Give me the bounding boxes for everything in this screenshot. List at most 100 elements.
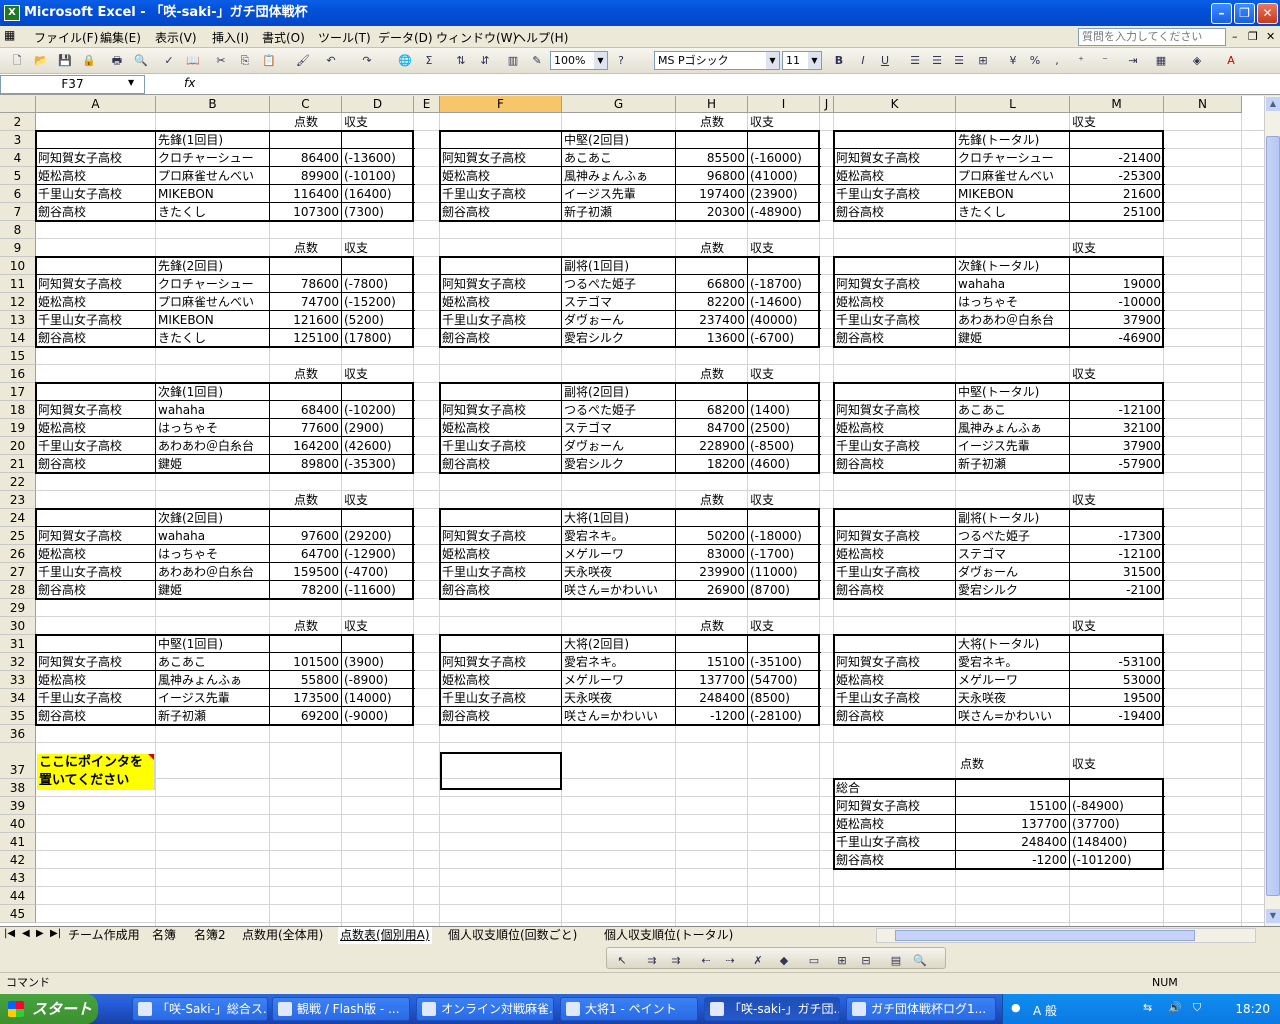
close-button[interactable]: ✕ [1257,3,1278,24]
minimize-button[interactable]: – [1211,3,1232,24]
total-balance-header[interactable]: 収支 [1070,365,1164,383]
row-header-28[interactable]: 28 [0,581,36,599]
sort-desc-icon[interactable]: ⇵ [476,52,494,70]
tray-app-icon[interactable]: ● [1011,1001,1021,1014]
error-check-icon[interactable]: ◆ [775,952,793,970]
row-header-14[interactable]: 14 [0,329,36,347]
vertical-scrollbar[interactable]: ▲ ▼ [1264,96,1280,926]
score-header[interactable]: 点数 [676,239,748,257]
row-header-34[interactable]: 34 [0,689,36,707]
row-header-26[interactable]: 26 [0,545,36,563]
row-header-4[interactable]: 4 [0,149,36,167]
chart-wizard-icon[interactable]: ▥ [504,52,522,70]
vertical-scroll-thumb[interactable] [1266,136,1280,896]
row-header-7[interactable]: 7 [0,203,36,221]
row-header-44[interactable]: 44 [0,887,36,905]
print-preview-icon[interactable]: 🔍 [132,52,150,70]
row-header-3[interactable]: 3 [0,131,36,149]
row-header-31[interactable]: 31 [0,635,36,653]
remove-arrows-icon[interactable]: ✗ [749,952,767,970]
row-header-27[interactable]: 27 [0,563,36,581]
row-header-13[interactable]: 13 [0,311,36,329]
last-sheet-icon[interactable]: ▶| [50,928,61,939]
instruction-comment-cell[interactable]: ここにポインタを 置いてください [37,754,155,790]
score-header[interactable]: 点数 [676,617,748,635]
bold-button[interactable]: B [830,52,848,70]
save-icon[interactable]: 💾 [56,52,74,70]
name-box[interactable]: F37 [0,75,145,94]
insert-col-icon[interactable]: ⇉ [667,952,685,970]
sort-asc-icon[interactable]: ⇅ [452,52,470,70]
paste-icon[interactable]: 📋 [260,52,278,70]
score-header[interactable]: 点数 [270,113,342,131]
selected-cell-f37[interactable] [440,752,562,790]
merge-center-icon[interactable]: ⊞ [974,52,992,70]
drawing-icon[interactable]: ✎ [528,52,546,70]
row-header-10[interactable]: 10 [0,257,36,275]
new-comment-icon[interactable]: ▭ [805,952,823,970]
column-header-d[interactable]: D [342,96,414,113]
column-header-a[interactable]: A [36,96,156,113]
scroll-up-icon[interactable]: ▲ [1266,97,1280,111]
circle-invalid-icon[interactable]: ⊞ [833,952,851,970]
total-balance-header[interactable]: 収支 [1070,491,1164,509]
align-left-icon[interactable]: ☰ [906,52,924,70]
autosum-icon[interactable]: Σ [420,52,438,70]
row-header-2[interactable]: 2 [0,113,36,131]
row-header-9[interactable]: 9 [0,239,36,257]
row-header-25[interactable]: 25 [0,527,36,545]
taskbar-button[interactable]: オンライン対戦麻雀... [416,997,554,1021]
row-header-5[interactable]: 5 [0,167,36,185]
menu-insert[interactable]: 挿入(I) [212,29,249,46]
menu-window[interactable]: ウィンドウ(W) [436,29,517,46]
total-balance-header[interactable]: 収支 [1070,617,1164,635]
row-header-41[interactable]: 41 [0,833,36,851]
mdi-close-icon[interactable]: ✕ [1266,30,1275,43]
row-header-40[interactable]: 40 [0,815,36,833]
evaluate-formula-icon[interactable]: 🔍 [911,952,929,970]
score-header[interactable]: 点数 [270,239,342,257]
total-balance-header[interactable]: 収支 [1070,239,1164,257]
balance-header[interactable]: 収支 [342,617,414,635]
score-header[interactable]: 点数 [676,113,748,131]
row-header-36[interactable]: 36 [0,725,36,743]
row-header-6[interactable]: 6 [0,185,36,203]
balance-header[interactable]: 収支 [342,113,414,131]
copy-icon[interactable]: ⎘ [236,52,254,70]
undo-icon[interactable]: ↶ [322,52,340,70]
taskbar-button[interactable]: 観戦 / Flash版 - ... [272,997,410,1021]
total-balance-header[interactable]: 収支 [1070,113,1164,131]
overall-score-header[interactable]: 点数 [956,755,1070,773]
select-all-corner[interactable] [0,96,36,113]
research-icon[interactable]: 📖 [184,52,202,70]
currency-icon[interactable]: ¥ [1004,52,1022,70]
row-header-43[interactable]: 43 [0,869,36,887]
sheet-tab[interactable]: 名簿2 [192,927,228,944]
draw-select-icon[interactable]: ↖ [613,952,631,970]
scroll-down-icon[interactable]: ▼ [1266,909,1280,923]
taskbar-button[interactable]: ガチ団体戦杯ログ1... [846,997,996,1021]
spelling-icon[interactable]: ✓ [160,52,178,70]
column-header-k[interactable]: K [834,96,956,113]
volume-icon[interactable]: 🔊 [1168,1001,1182,1014]
row-header-24[interactable]: 24 [0,509,36,527]
column-header-f[interactable]: F [440,96,562,113]
next-sheet-icon[interactable]: ▶ [36,928,44,939]
taskbar-button[interactable]: 「咲-saki-」ガチ団... [704,997,840,1021]
menu-file[interactable]: ファイル(F) [34,29,98,46]
sheet-tab[interactable]: 点数表(個別用A) [338,927,432,944]
overall-balance-header[interactable]: 収支 [1070,755,1164,773]
fill-color-icon[interactable]: ◈ [1188,52,1206,70]
align-right-icon[interactable]: ☰ [950,52,968,70]
column-header-m[interactable]: M [1070,96,1164,113]
insert-row-icon[interactable]: ⇉ [643,952,661,970]
column-header-h[interactable]: H [676,96,748,113]
worksheet-grid[interactable]: ABCDEFGHIJKLMN 2 3 4 5 6 7 8 9 10 11 12 13 14 15 16 17 1… [0,96,1264,926]
balance-header[interactable]: 収支 [748,617,820,635]
balance-header[interactable]: 収支 [342,239,414,257]
formula-input[interactable] [210,75,1278,94]
start-button[interactable]: スタート [0,994,98,1024]
new-icon[interactable]: 🗋 [8,52,26,70]
column-header-j[interactable]: J [820,96,834,113]
row-header-17[interactable]: 17 [0,383,36,401]
